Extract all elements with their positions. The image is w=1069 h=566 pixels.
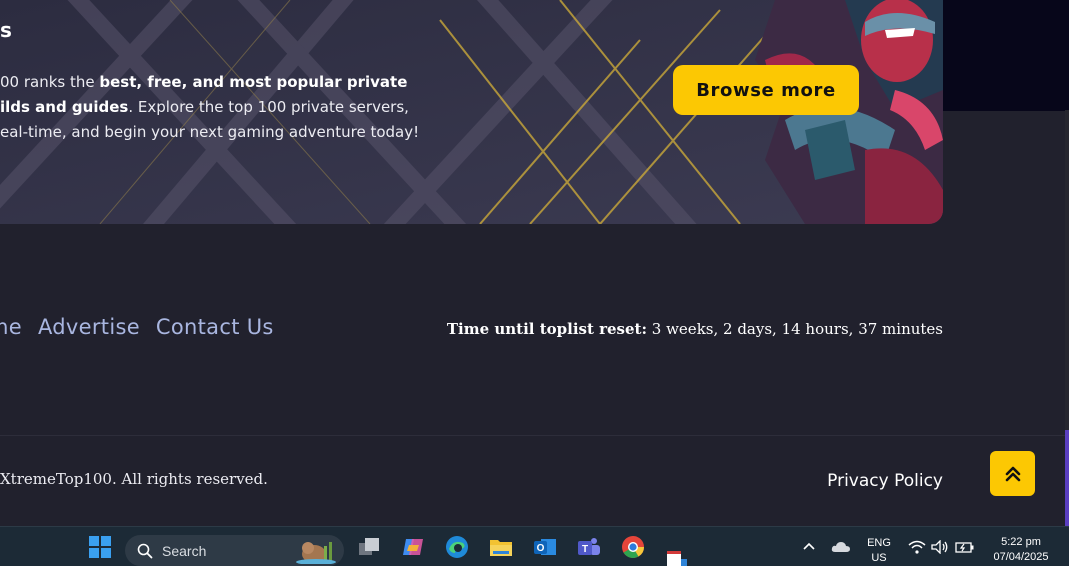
outlook-icon: O [534,539,556,555]
chrome-icon [622,536,644,558]
scroll-to-top-button[interactable] [990,451,1035,496]
copyright-text: XtremeTop100. All rights reserved. [0,470,268,488]
task-view-button[interactable] [357,535,381,559]
task-view-icon [359,538,379,555]
copilot-icon [403,539,423,555]
speaker-icon [931,540,948,554]
wifi-button[interactable] [905,535,929,559]
clock[interactable]: 5:22 pm 07/04/2025 [985,535,1057,565]
footer-divider [0,435,1065,436]
file-explorer-button[interactable] [489,535,513,559]
footer-nav: me Advertise Contact Us [0,315,274,339]
app-icon [667,551,687,566]
page: s 00 ranks the best, free, and most popu… [0,0,1069,526]
toplist-reset-countdown: Time until toplist reset: 3 weeks, 2 day… [447,320,943,338]
reset-value: 3 weeks, 2 days, 14 hours, 37 minutes [647,320,943,338]
hero-line1-bold: best, free, and most popular private [99,73,408,91]
copilot-button[interactable] [401,535,425,559]
app-button[interactable] [665,549,689,566]
svg-text:O: O [537,543,545,554]
clock-time: 5:22 pm [1001,536,1041,548]
svg-text:T: T [582,544,588,555]
privacy-policy-link[interactable]: Privacy Policy [827,471,943,491]
folder-icon [490,540,512,556]
wifi-icon [908,540,926,554]
browse-more-button[interactable]: Browse more [673,65,859,115]
start-button[interactable] [88,535,112,559]
onedrive-button[interactable] [829,535,853,559]
footer-link-advertise[interactable]: Advertise [38,315,140,339]
scrollbar-thumb[interactable] [1065,430,1069,526]
hero-description: 00 ranks the best, free, and most popula… [0,70,419,145]
hero-title: s [0,18,12,42]
battery-button[interactable] [953,535,977,559]
volume-button[interactable] [928,535,952,559]
taskbar-search[interactable]: Search [125,535,344,566]
language-indicator[interactable]: ENG US [858,536,900,566]
reset-label: Time until toplist reset: [446,320,648,338]
double-chevron-up-icon [1005,466,1020,481]
show-hidden-icons-button[interactable] [797,535,821,559]
teams-icon: T [578,538,600,555]
hero-line3-text: eal-time, and begin your next gaming adv… [0,123,420,141]
windows-icon [89,536,111,558]
edge-button[interactable] [445,535,469,559]
chrome-button[interactable] [621,535,645,559]
cloud-icon [831,542,850,552]
footer-link-contact[interactable]: Contact Us [156,315,274,339]
side-panel [943,0,1069,111]
chevron-up-icon [803,542,815,550]
beaver-icon [296,541,336,564]
hero-line2-text: . Explore the top 100 private servers, [128,98,409,116]
clock-date: 07/04/2025 [993,551,1049,563]
hero-banner: s 00 ranks the best, free, and most popu… [0,0,943,224]
hero-line1-text: 00 ranks the [0,73,100,91]
battery-icon [955,542,974,553]
language-code: ENG [867,537,891,549]
outlook-button[interactable]: O [533,535,557,559]
hero-line2-bold: ilds and guides [0,98,129,116]
search-icon [137,543,153,558]
search-label: Search [162,542,207,559]
edge-icon [446,536,468,558]
footer-link-home[interactable]: me [0,315,22,339]
taskbar: Search O T ENG US 5:22 pm 07/04/2025 [0,526,1069,566]
teams-button[interactable]: T [577,535,601,559]
region-code: US [871,552,887,564]
